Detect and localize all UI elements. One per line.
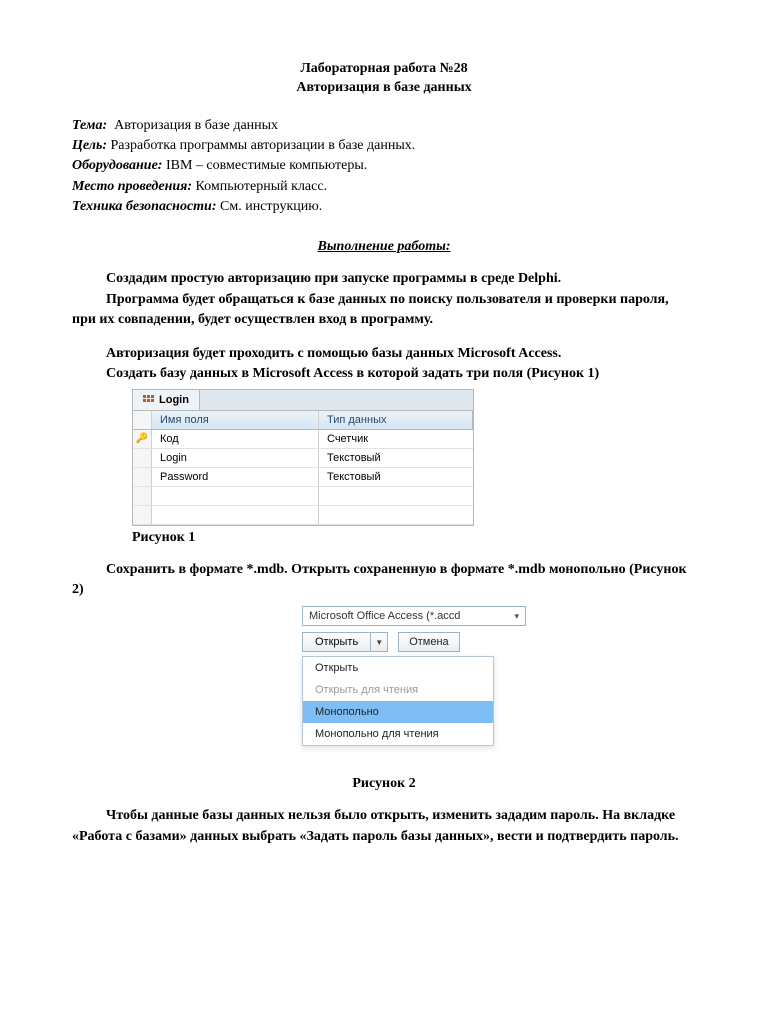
field-name: Код [152,430,319,448]
menu-open[interactable]: Открыть [303,657,493,679]
open-mode-menu: Открыть Открыть для чтения Монопольно Мо… [302,656,494,746]
primary-key-icon: 🔑 [136,433,148,444]
datasheet-icon [143,395,155,405]
body-p2: Программа будет обращаться к базе данных… [72,290,696,331]
body-p3: Авторизация будет проходить с помощью ба… [72,344,696,364]
table-row [133,487,473,506]
body-p4: Создать базу данных в Microsoft Access в… [72,364,696,384]
section-heading: Выполнение работы: [318,239,451,254]
access-tab-label: Login [159,394,189,406]
figure1-caption: Рисунок 1 [132,530,696,546]
filetype-dropdown[interactable]: Microsoft Office Access (*.accd ▾ [302,606,526,626]
field-type: Текстовый [319,468,473,486]
figure-open-dialog: Microsoft Office Access (*.accd ▾ Открыт… [302,606,542,746]
table-row: Password Текстовый [133,468,473,487]
meta-safety: Техника безопасности: См. инструкцию. [72,197,696,217]
open-button-label: Открыть [303,633,371,651]
filetype-label: Microsoft Office Access (*.accd [309,610,460,622]
table-row: 🔑 Код Счетчик [133,430,473,449]
field-type: Текстовый [319,449,473,467]
body-p5: Сохранить в формате *.mdb. Открыть сохра… [72,560,696,601]
menu-exclusive-readonly[interactable]: Монопольно для чтения [303,723,493,745]
access-header-field: Имя поля [152,411,319,429]
meta-theme: Тема: Авторизация в базе данных [72,116,696,136]
table-row: Login Текстовый [133,449,473,468]
field-type: Счетчик [319,430,473,448]
open-split-button[interactable]: Открыть ▼ [302,632,388,652]
menu-open-readonly: Открыть для чтения [303,679,493,701]
cancel-button[interactable]: Отмена [398,632,459,652]
figure2-caption: Рисунок 2 [72,776,696,792]
doc-title-line1: Лабораторная работа №28 [72,60,696,79]
meta-equipment: Оборудование: IBM – совместимые компьюте… [72,156,696,176]
body-p1: Создадим простую авторизацию при запуске… [72,269,696,289]
figure-access-table: Login Имя поля Тип данных 🔑 Код Счетчик … [132,389,474,526]
chevron-down-icon: ▾ [514,611,519,622]
meta-place: Место проведения: Компьютерный класс. [72,177,696,197]
meta-goal: Цель: Разработка программы авторизации в… [72,136,696,156]
split-chevron-icon[interactable]: ▼ [371,633,387,651]
access-header-type: Тип данных [319,411,473,429]
field-name: Login [152,449,319,467]
doc-title-line2: Авторизация в базе данных [72,79,696,98]
body-p6: Чтобы данные базы данных нельзя было отк… [72,806,696,847]
menu-exclusive[interactable]: Монопольно [303,701,493,723]
access-header-row: Имя поля Тип данных [133,411,473,430]
table-row [133,506,473,525]
access-tab: Login [133,390,200,410]
field-name: Password [152,468,319,486]
